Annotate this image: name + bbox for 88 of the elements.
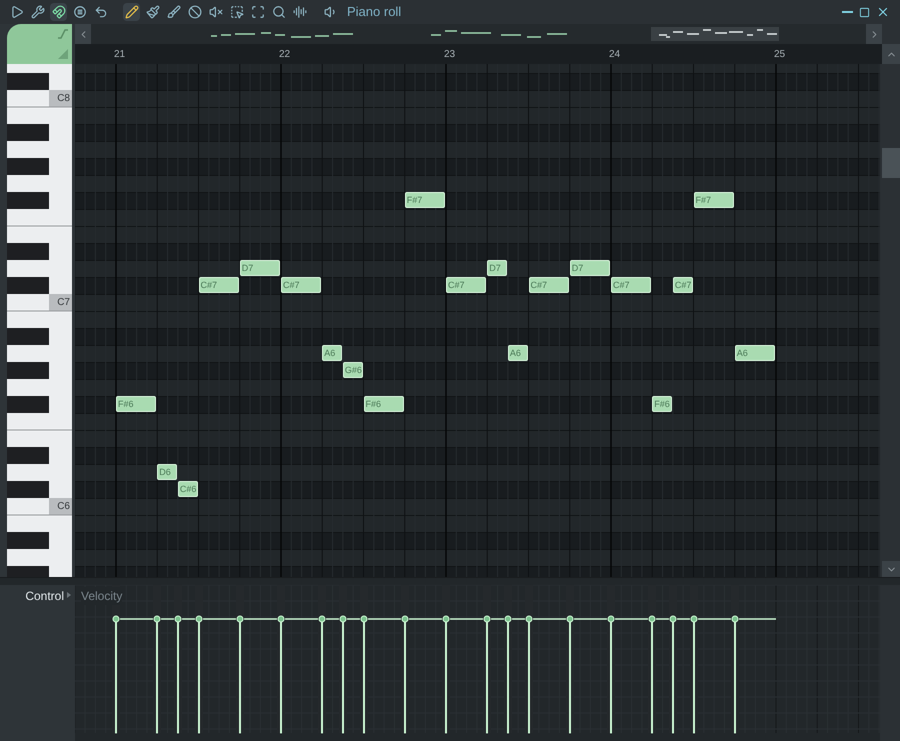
key-label: C7 bbox=[57, 296, 70, 310]
velocity-bar[interactable] bbox=[607, 614, 615, 733]
note[interactable]: C#7 bbox=[611, 277, 652, 293]
velocity-bar[interactable] bbox=[236, 614, 244, 733]
pencil-tool-button[interactable] bbox=[123, 3, 140, 21]
note[interactable]: D6 bbox=[157, 464, 177, 480]
note[interactable]: G#6 bbox=[342, 362, 362, 378]
velocity-bar[interactable] bbox=[690, 614, 698, 733]
caret-icon bbox=[67, 592, 71, 598]
velocity-bar[interactable] bbox=[318, 614, 326, 733]
search-icon bbox=[272, 5, 286, 19]
note[interactable]: C#7 bbox=[198, 277, 239, 293]
velocity-bar[interactable] bbox=[524, 614, 532, 733]
velocity-bar[interactable] bbox=[112, 614, 120, 733]
note[interactable]: C#7 bbox=[446, 277, 486, 293]
note[interactable]: D7 bbox=[487, 260, 507, 276]
velocity-bar[interactable] bbox=[483, 614, 492, 733]
speaker-icon bbox=[324, 5, 338, 19]
velocity-bar[interactable] bbox=[504, 614, 512, 733]
key-label: C8 bbox=[57, 92, 70, 106]
vertical-scrollbar[interactable] bbox=[880, 64, 900, 577]
slice-button[interactable] bbox=[165, 3, 182, 21]
velocity-bar[interactable] bbox=[360, 614, 368, 733]
note[interactable]: D7 bbox=[570, 260, 610, 276]
brush-icon bbox=[166, 5, 180, 19]
note[interactable]: A6 bbox=[508, 345, 528, 361]
velocity-bar[interactable] bbox=[566, 614, 574, 733]
note[interactable]: D7 bbox=[240, 260, 280, 276]
note[interactable]: F#6 bbox=[364, 396, 404, 412]
triangle-icon bbox=[58, 49, 68, 59]
bar-number: 21 bbox=[114, 48, 126, 62]
magnet-icon bbox=[52, 5, 66, 19]
piano-keyboard-drawing[interactable] bbox=[7, 64, 72, 577]
note[interactable]: C#6 bbox=[178, 481, 198, 497]
wrench-icon bbox=[30, 5, 44, 19]
bar-number: 24 bbox=[609, 48, 620, 62]
magnet-button[interactable] bbox=[50, 3, 67, 21]
delete-button[interactable] bbox=[186, 3, 203, 21]
velocity-bar[interactable] bbox=[730, 614, 739, 733]
select-button[interactable] bbox=[228, 3, 245, 21]
note[interactable]: A6 bbox=[734, 345, 775, 361]
velocity-bar[interactable] bbox=[668, 614, 677, 733]
maximize-button[interactable] bbox=[859, 6, 870, 18]
note[interactable]: F#6 bbox=[652, 396, 672, 412]
close-button[interactable] bbox=[876, 5, 890, 19]
menu-button[interactable] bbox=[71, 3, 88, 21]
velocity-bar[interactable] bbox=[400, 614, 409, 733]
prohibit-icon bbox=[188, 5, 202, 19]
maximize-icon bbox=[859, 6, 870, 18]
note[interactable]: A6 bbox=[322, 345, 342, 361]
velocity-bar[interactable] bbox=[277, 614, 285, 733]
note[interactable]: C#7 bbox=[672, 277, 692, 293]
wrench-button[interactable] bbox=[29, 3, 46, 21]
zoom-button[interactable] bbox=[270, 3, 287, 21]
bar-number: 25 bbox=[774, 48, 786, 62]
velocity-bar[interactable] bbox=[174, 614, 182, 733]
pencil-icon bbox=[124, 5, 138, 19]
velocity-bar[interactable] bbox=[338, 614, 347, 733]
curve-icon bbox=[58, 29, 68, 39]
bar-number: 23 bbox=[444, 48, 456, 62]
brackets-icon bbox=[250, 5, 264, 19]
note[interactable]: F#6 bbox=[116, 396, 156, 412]
mute-icon bbox=[208, 5, 222, 19]
velocity-bar[interactable] bbox=[153, 614, 162, 733]
undo-icon bbox=[94, 5, 108, 19]
note[interactable]: F#7 bbox=[404, 192, 445, 208]
play-icon bbox=[10, 5, 24, 19]
window-title: Piano roll bbox=[347, 3, 402, 22]
bar-number: 22 bbox=[279, 48, 290, 62]
scrollbar-thumb[interactable] bbox=[882, 148, 900, 178]
close-icon bbox=[876, 5, 890, 19]
velocity-bar[interactable] bbox=[648, 614, 656, 733]
brush-icon bbox=[146, 5, 160, 19]
note[interactable]: F#7 bbox=[694, 192, 734, 208]
note[interactable]: C#7 bbox=[528, 277, 569, 293]
select-icon bbox=[230, 5, 244, 19]
velocity-bar[interactable] bbox=[194, 614, 202, 733]
note[interactable]: C#7 bbox=[281, 277, 322, 293]
menu-icon bbox=[72, 5, 86, 19]
playback-button[interactable] bbox=[291, 3, 308, 21]
key-label: C6 bbox=[57, 500, 70, 514]
minimize-icon bbox=[842, 11, 853, 13]
speaker-bars-icon bbox=[292, 5, 306, 19]
zoom-fit-button[interactable] bbox=[249, 3, 266, 21]
parameter-label: Velocity bbox=[81, 587, 122, 605]
brush-button[interactable] bbox=[144, 3, 161, 21]
velocity-bar[interactable] bbox=[442, 614, 450, 733]
control-label[interactable]: Control bbox=[25, 587, 64, 605]
